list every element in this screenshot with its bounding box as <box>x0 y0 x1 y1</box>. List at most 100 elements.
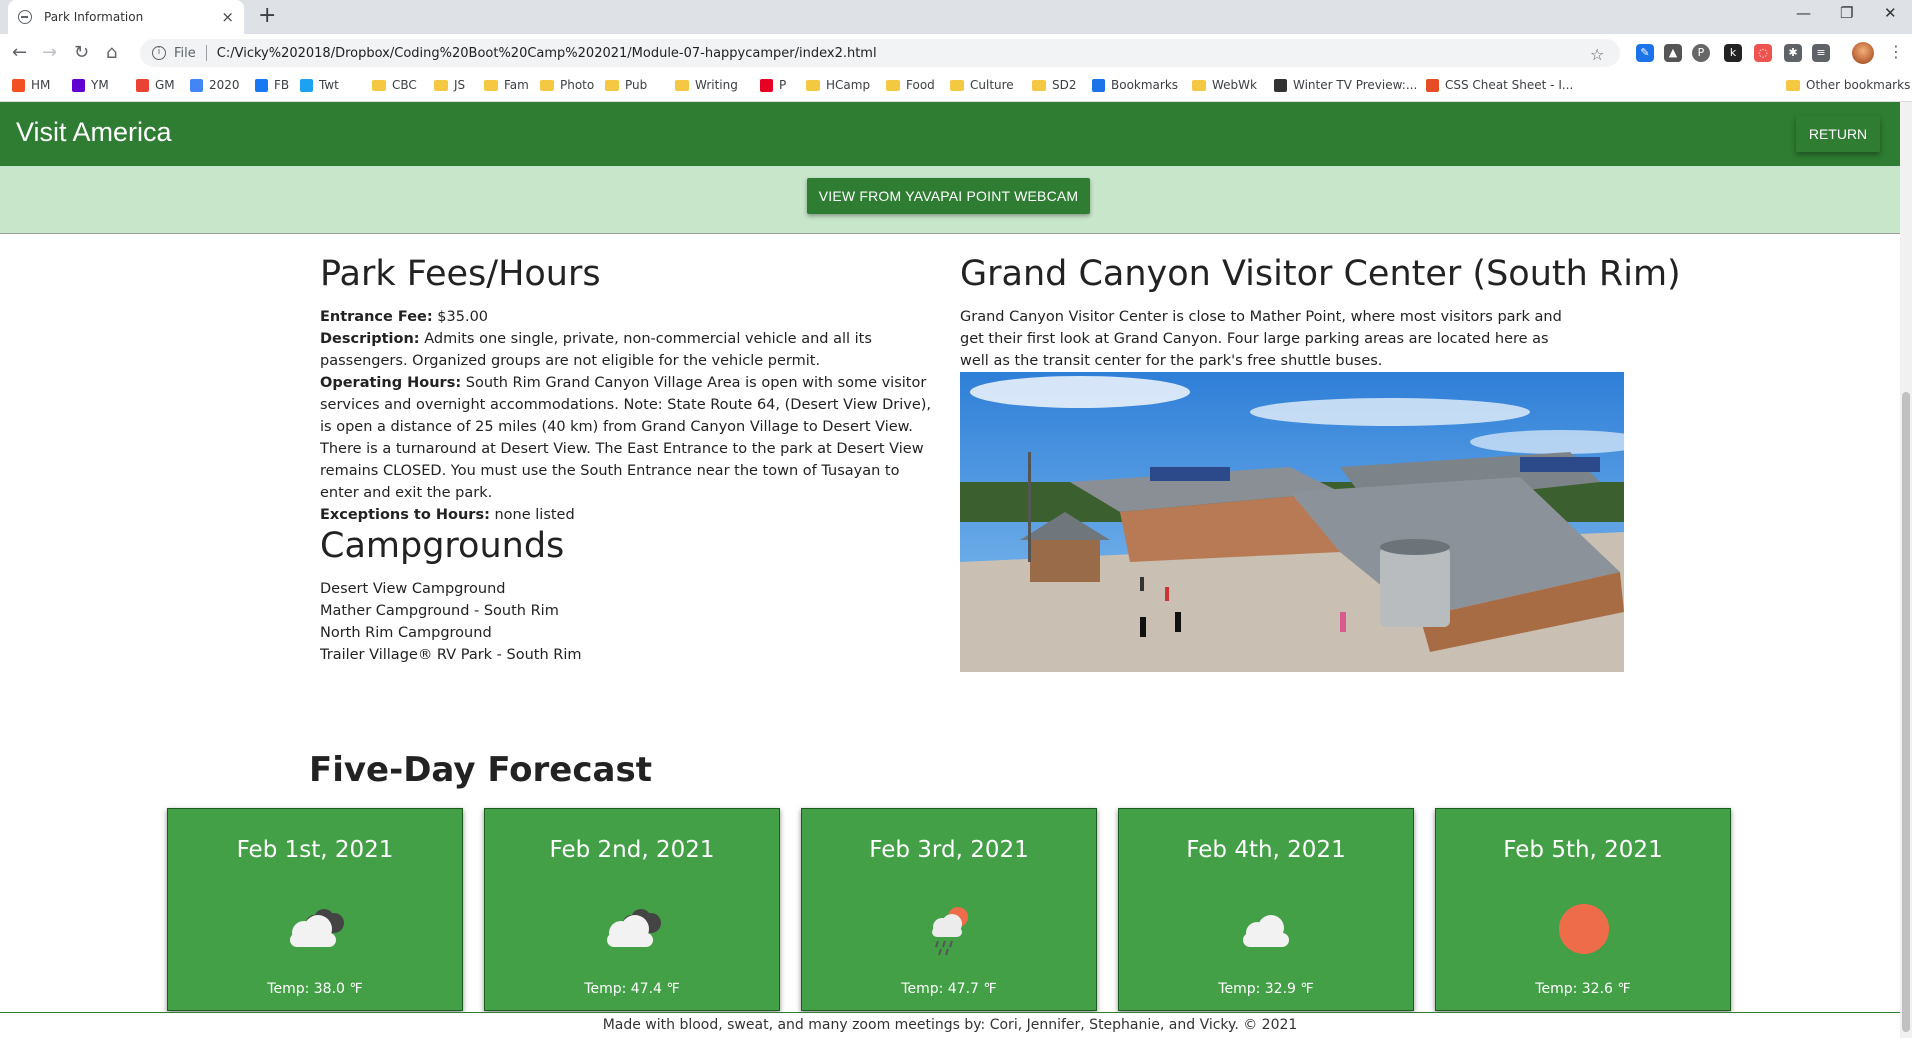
forecast-card: Feb 2nd, 2021 Temp: 47.4 ℉ <box>484 808 780 1011</box>
folder-icon <box>806 79 820 91</box>
close-tab-icon[interactable]: × <box>221 8 234 26</box>
bookmark-item[interactable]: Bookmarks <box>1092 78 1178 92</box>
other-bookmarks[interactable]: Other bookmarks <box>1786 78 1910 92</box>
extension-icon[interactable]: ▲ <box>1664 44 1682 62</box>
list-item: Trailer Village® RV Park - South Rim <box>320 647 582 663</box>
bookmark-item[interactable]: Writing <box>675 78 738 92</box>
entrance-fee-row: Entrance Fee: $35.00 <box>320 306 940 328</box>
visitor-center-description: Grand Canyon Visitor Center is close to … <box>960 309 1562 369</box>
bookmark-label: FB <box>274 78 290 92</box>
folder-icon <box>950 79 964 91</box>
new-tab-button[interactable]: + <box>258 3 276 28</box>
forecast-temp: Temp: 32.6 ℉ <box>1535 981 1631 997</box>
window-close-icon[interactable]: ✕ <box>1884 4 1897 22</box>
site-brand[interactable]: Visit America <box>16 117 172 148</box>
bookmark-item[interactable]: HCamp <box>806 78 870 92</box>
bookmark-favicon-icon <box>190 78 203 92</box>
bookmark-item[interactable]: P <box>760 78 786 92</box>
reading-list-icon[interactable]: ≡ <box>1812 44 1830 62</box>
address-bar[interactable]: i File C:/Vicky%202018/Dropbox/Coding%20… <box>140 39 1620 67</box>
bookmark-label: YM <box>91 78 109 92</box>
bookmark-label: JS <box>454 78 466 92</box>
list-item: Desert View Campground <box>320 581 506 597</box>
bookmark-item[interactable]: Food <box>886 78 935 92</box>
bookmark-label: WebWk <box>1212 78 1257 92</box>
forecast-temp: Temp: 47.7 ℉ <box>901 981 997 997</box>
folder-icon <box>1192 79 1206 91</box>
bookmark-item[interactable]: SD2 <box>1032 78 1077 92</box>
folder-icon <box>372 79 386 91</box>
forecast-temp: Temp: 38.0 ℉ <box>267 981 363 997</box>
bookmark-favicon-icon <box>300 78 313 92</box>
bookmark-item[interactable]: JS <box>434 78 465 92</box>
reload-icon[interactable]: ↻ <box>74 42 89 63</box>
bookmark-label: GM <box>155 78 175 92</box>
bookmark-label: Winter TV Preview:... <box>1293 78 1418 92</box>
folder-icon <box>540 79 554 91</box>
bookmark-star-icon[interactable]: ☆ <box>1590 45 1604 64</box>
back-icon[interactable]: ← <box>12 42 27 63</box>
site-header: Visit America RETURN <box>0 102 1900 166</box>
hours-value: South Rim Grand Canyon Village Area is o… <box>320 375 932 501</box>
bookmark-item[interactable]: Winter TV Preview:... <box>1274 78 1417 92</box>
forecast-date: Feb 5th, 2021 <box>1503 837 1663 863</box>
webcam-button[interactable]: VIEW FROM YAVAPAI POINT WEBCAM <box>807 178 1090 214</box>
cloud-icon <box>1243 915 1289 947</box>
bookmark-item[interactable]: FB <box>255 78 289 92</box>
forward-icon[interactable]: → <box>42 42 57 63</box>
bookmark-label: Other bookmarks <box>1806 78 1911 92</box>
exceptions-value: none listed <box>489 507 575 523</box>
extension-icon[interactable]: ✎ <box>1636 44 1654 62</box>
bookmark-item[interactable]: Twt <box>300 78 339 92</box>
bookmark-item[interactable]: Fam <box>484 78 529 92</box>
bookmark-item[interactable]: GM <box>136 78 175 92</box>
bookmarks-bar: Other bookmarks HM YM GM 2020 FB Twt CBC JS Fam P… <box>0 72 1912 102</box>
rain-sun-icon <box>932 907 968 956</box>
puzzle-icon[interactable]: ✱ <box>1784 44 1802 62</box>
scroll-thumb[interactable] <box>1902 392 1910 1032</box>
bookmark-favicon-icon <box>255 78 268 92</box>
fees-title: Park Fees/Hours <box>320 254 601 294</box>
bookmark-favicon-icon <box>72 78 85 92</box>
bookmark-favicon-icon <box>1092 78 1105 92</box>
bookmark-item[interactable]: 2020 <box>190 78 240 92</box>
info-icon[interactable]: i <box>152 46 166 60</box>
bookmark-label: Photo <box>560 78 595 92</box>
hours-row: Operating Hours: South Rim Grand Canyon … <box>320 372 940 504</box>
restore-icon[interactable]: ❐ <box>1840 4 1853 22</box>
pinterest-extension-icon[interactable]: P <box>1692 44 1710 62</box>
bookmark-item[interactable]: Pub <box>605 78 647 92</box>
bookmark-item[interactable]: Culture <box>950 78 1014 92</box>
forecast-card: Feb 1st, 2021 Temp: 38.0 ℉ <box>167 808 463 1011</box>
extension-icon[interactable]: k <box>1724 44 1742 62</box>
home-icon[interactable]: ⌂ <box>106 42 117 63</box>
return-button[interactable]: RETURN <box>1796 116 1880 152</box>
profile-avatar[interactable] <box>1852 42 1874 64</box>
description-label: Description: <box>320 331 420 347</box>
extension-icon[interactable]: ◌ <box>1754 44 1772 62</box>
url-text[interactable]: C:/Vicky%202018/Dropbox/Coding%20Boot%20… <box>217 46 877 61</box>
cloudy-icon <box>290 909 344 947</box>
bookmark-item[interactable]: YM <box>72 78 109 92</box>
page-scrollbar[interactable] <box>1900 102 1912 1038</box>
menu-icon[interactable]: ⋮ <box>1888 42 1904 61</box>
bookmark-item[interactable]: CBC <box>372 78 417 92</box>
bookmark-item[interactable]: HM <box>12 78 50 92</box>
browser-tab[interactable]: Park Information × <box>8 0 244 34</box>
exceptions-label: Exceptions to Hours: <box>320 507 490 523</box>
bookmark-label: Writing <box>695 78 738 92</box>
webcam-band: VIEW FROM YAVAPAI POINT WEBCAM <box>0 166 1900 234</box>
bookmark-item[interactable]: CSS Cheat Sheet - I... <box>1426 78 1573 92</box>
bookmark-item[interactable]: Photo <box>540 78 594 92</box>
folder-icon <box>605 79 619 91</box>
forecast-date: Feb 3rd, 2021 <box>869 837 1029 863</box>
minimize-icon[interactable]: — <box>1796 4 1811 22</box>
bookmark-favicon-icon <box>760 78 773 92</box>
bookmark-label: CSS Cheat Sheet - I... <box>1445 78 1574 92</box>
folder-icon <box>434 79 448 91</box>
bookmark-item[interactable]: WebWk <box>1192 78 1257 92</box>
visitor-center-title: Grand Canyon Visitor Center (South Rim) <box>960 254 1681 294</box>
forecast-temp: Temp: 47.4 ℉ <box>584 981 680 997</box>
fees-details: Entrance Fee: $35.00 Description: Admits… <box>320 306 940 526</box>
cloudy-icon <box>607 909 661 947</box>
